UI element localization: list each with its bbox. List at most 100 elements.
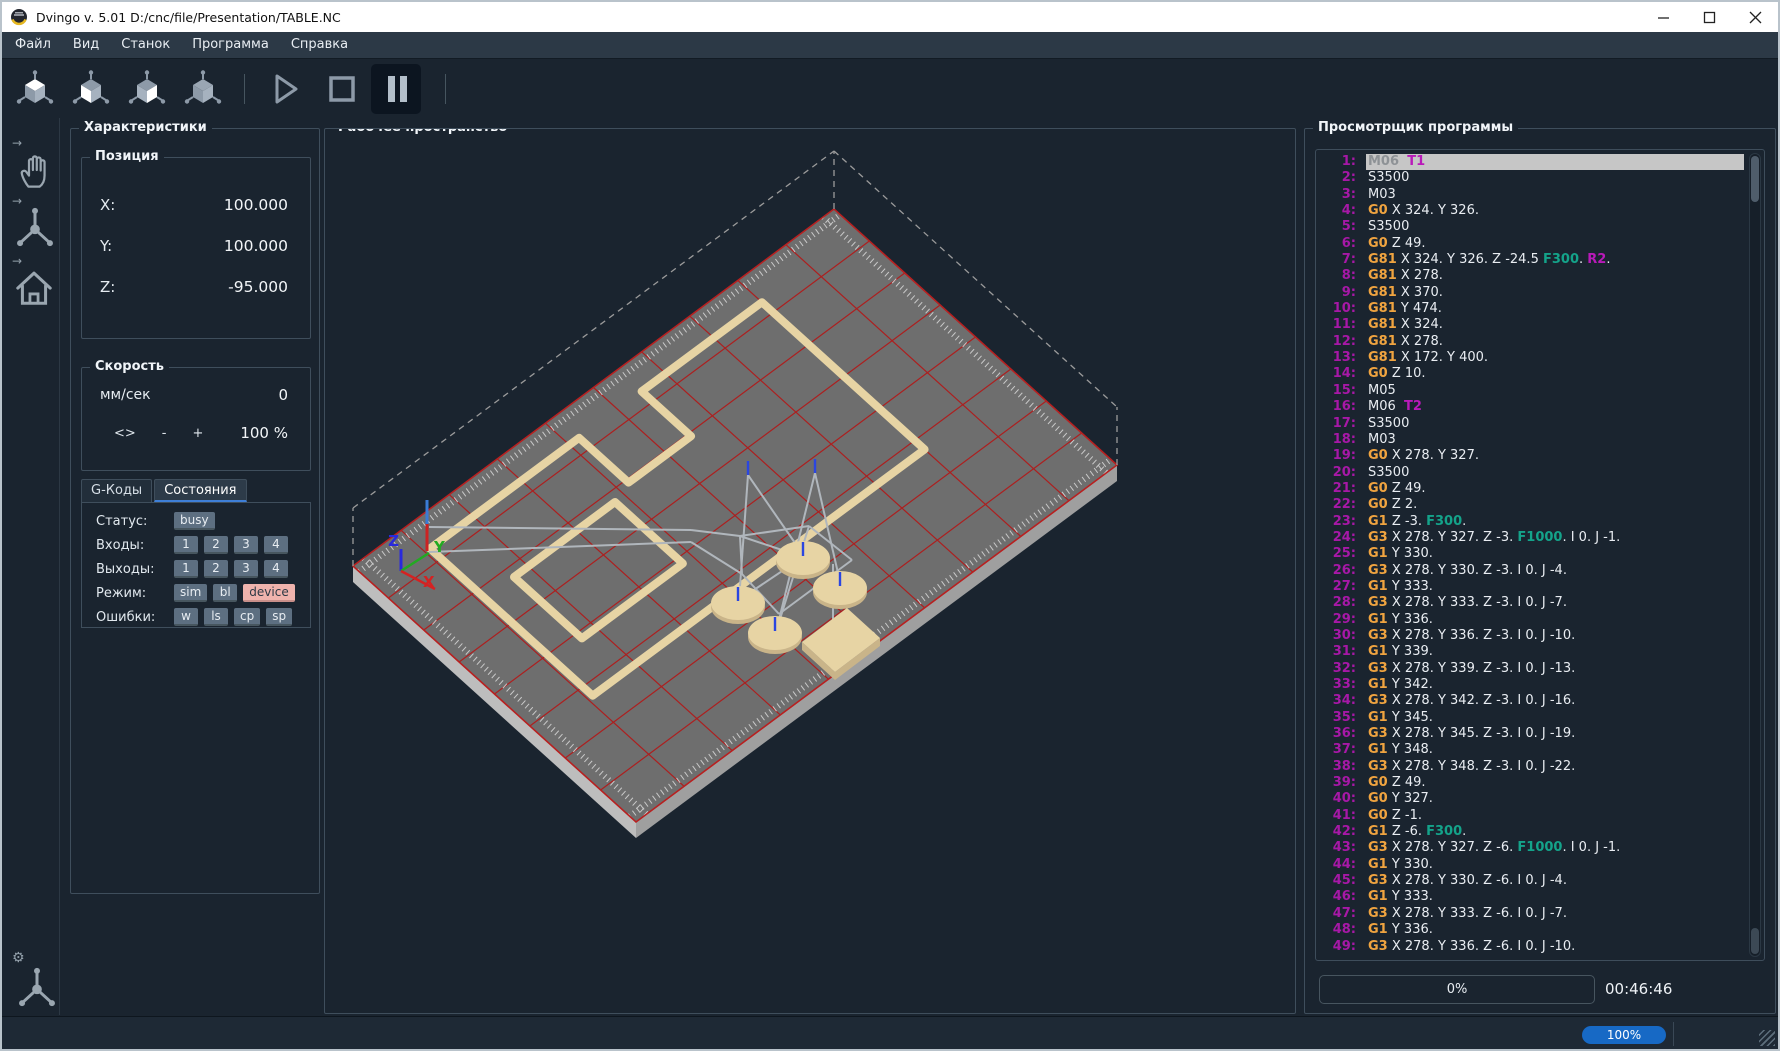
gcode-line[interactable]: 12:G81 X 278. [1316, 334, 1744, 350]
gcode-line[interactable]: 32:G3 X 278. Y 339. Z -3. I 0. J -13. [1316, 661, 1744, 677]
gcode-line[interactable]: 14:G0 Z 10. [1316, 366, 1744, 382]
gcode-line[interactable]: 20:S3500 [1316, 465, 1744, 481]
gcode-line[interactable]: 41:G0 Z -1. [1316, 808, 1744, 824]
speed-minus-button[interactable]: - [162, 426, 167, 441]
gcode-line[interactable]: 42:G1 Z -6. F300. [1316, 824, 1744, 840]
view-top-button[interactable] [10, 64, 60, 114]
gcode-line[interactable]: 5:S3500 [1316, 219, 1744, 235]
gcode-line[interactable]: 6:G0 Z 49. [1316, 236, 1744, 252]
gcode-line[interactable]: 10:G81 Y 474. [1316, 301, 1744, 317]
gcode-line[interactable]: 8:G81 X 278. [1316, 268, 1744, 284]
gear-icon: ⚙ [12, 950, 25, 966]
workspace-3d-view[interactable]: ZYX [325, 129, 1296, 1014]
state-button-busy[interactable]: busy [174, 512, 215, 530]
gcode-line[interactable]: 4:G0 X 324. Y 326. [1316, 203, 1744, 219]
gcode-line[interactable]: 36:G3 X 278. Y 345. Z -3. I 0. J -19. [1316, 726, 1744, 742]
gcode-line[interactable]: 1:M06 T1 [1316, 154, 1744, 170]
pause-button[interactable] [371, 64, 421, 114]
gcode-line[interactable]: 19:G0 X 278. Y 327. [1316, 448, 1744, 464]
gcode-line[interactable]: 44:G1 Y 330. [1316, 857, 1744, 873]
play-button[interactable] [259, 64, 309, 114]
gcode-line[interactable]: 28:G3 X 278. Y 333. Z -3. I 0. J -7. [1316, 595, 1744, 611]
gcode-line[interactable]: 33:G1 Y 342. [1316, 677, 1744, 693]
gcode-listbox[interactable]: 1:M06 T12:S35003:M034:G0 X 324. Y 326.5:… [1315, 149, 1765, 961]
view-right-button[interactable] [122, 64, 172, 114]
gcode-line[interactable]: 13:G81 X 172. Y 400. [1316, 350, 1744, 366]
scrollbar-thumb[interactable] [1751, 156, 1759, 202]
state-button-sim[interactable]: sim [174, 584, 207, 602]
tab-gcodes[interactable]: G-Коды [81, 479, 152, 502]
gcode-line[interactable]: 25:G1 Y 330. [1316, 546, 1744, 562]
machine-settings-button[interactable]: ⚙ [10, 954, 60, 1010]
menu-item-Программа[interactable]: Программа [181, 32, 280, 58]
gcode-line[interactable]: 16:M06 T2 [1316, 399, 1744, 415]
gcode-line[interactable]: 26:G3 X 278. Y 330. Z -3. I 0. J -4. [1316, 563, 1744, 579]
state-button-1[interactable]: 1 [174, 536, 198, 554]
gcode-line[interactable]: 30:G3 X 278. Y 336. Z -3. I 0. J -10. [1316, 628, 1744, 644]
state-button-1[interactable]: 1 [174, 560, 198, 578]
gcode-line[interactable]: 45:G3 X 278. Y 330. Z -6. I 0. J -4. [1316, 873, 1744, 889]
gcode-line[interactable]: 23:G1 Z -3. F300. [1316, 514, 1744, 530]
menu-item-Вид[interactable]: Вид [62, 32, 110, 58]
tab-states[interactable]: Состояния [154, 479, 246, 502]
gcode-line[interactable]: 3:M03 [1316, 187, 1744, 203]
gcode-line[interactable]: 31:G1 Y 339. [1316, 644, 1744, 660]
gcode-line[interactable]: 21:G0 Z 49. [1316, 481, 1744, 497]
state-button-ls[interactable]: ls [204, 608, 228, 626]
state-button-4[interactable]: 4 [264, 536, 288, 554]
state-button-sp[interactable]: sp [266, 608, 292, 626]
gcode-line[interactable]: 35:G1 Y 345. [1316, 710, 1744, 726]
scrollbar[interactable] [1749, 153, 1761, 957]
gcode-line[interactable]: 9:G81 X 370. [1316, 285, 1744, 301]
gcode-line[interactable]: 22:G0 Z 2. [1316, 497, 1744, 513]
maximize-button[interactable] [1686, 2, 1732, 32]
gcode-line[interactable]: 48:G1 Y 336. [1316, 922, 1744, 938]
view-left-button[interactable] [66, 64, 116, 114]
state-row: Режим:simbldevice [82, 581, 310, 605]
menu-item-Файл[interactable]: Файл [4, 32, 62, 58]
gcode-line[interactable]: 38:G3 X 278. Y 348. Z -3. I 0. J -22. [1316, 759, 1744, 775]
pan-tool-button[interactable]: → [10, 140, 60, 196]
gcode-line[interactable]: 34:G3 X 278. Y 342. Z -3. I 0. J -16. [1316, 693, 1744, 709]
speed-plus-button[interactable]: + [193, 426, 204, 441]
speed-spinner[interactable]: <> [114, 426, 136, 441]
scrollbar-end[interactable] [1751, 928, 1759, 954]
resize-grip-icon[interactable] [1759, 1030, 1775, 1046]
gcode-line[interactable]: 15:M05 [1316, 383, 1744, 399]
gcode-line[interactable]: 46:G1 Y 333. [1316, 889, 1744, 905]
view-iso-button[interactable] [178, 64, 228, 114]
gcode-line[interactable]: 7:G81 X 324. Y 326. Z -24.5 F300. R2. [1316, 252, 1744, 268]
state-button-device[interactable]: device [243, 584, 294, 602]
statusbar-divider [1673, 1022, 1674, 1046]
home-button[interactable]: → [10, 258, 60, 314]
state-button-3[interactable]: 3 [234, 560, 258, 578]
state-button-bl[interactable]: bl [213, 584, 237, 602]
cube-right-view-icon [127, 69, 167, 109]
gcode-line[interactable]: 18:M03 [1316, 432, 1744, 448]
gcode-line[interactable]: 2:S3500 [1316, 170, 1744, 186]
gcode-line[interactable]: 37:G1 Y 348. [1316, 742, 1744, 758]
gcode-line[interactable]: 49:G3 X 278. Y 336. Z -6. I 0. J -10. [1316, 939, 1744, 955]
gcode-line[interactable]: 43:G3 X 278. Y 327. Z -6. F1000. I 0. J … [1316, 840, 1744, 856]
stop-button[interactable] [315, 64, 365, 114]
gcode-line[interactable]: 40:G0 Y 327. [1316, 791, 1744, 807]
gcode-line[interactable]: 29:G1 Y 336. [1316, 612, 1744, 628]
state-button-w[interactable]: w [174, 608, 198, 626]
menu-item-Справка[interactable]: Справка [280, 32, 359, 58]
state-button-2[interactable]: 2 [204, 536, 228, 554]
gcode-line[interactable]: 47:G3 X 278. Y 333. Z -6. I 0. J -7. [1316, 906, 1744, 922]
state-button-cp[interactable]: cp [234, 608, 260, 626]
close-button[interactable] [1732, 2, 1778, 32]
minimize-button[interactable] [1640, 2, 1686, 32]
gcode-line[interactable]: 27:G1 Y 333. [1316, 579, 1744, 595]
gcode-line[interactable]: 11:G81 X 324. [1316, 317, 1744, 333]
gcode-line[interactable]: 24:G3 X 278. Y 327. Z -3. F1000. I 0. J … [1316, 530, 1744, 546]
menu-item-Станок[interactable]: Станок [110, 32, 181, 58]
jog-axes-button[interactable]: → [10, 198, 60, 254]
state-button-3[interactable]: 3 [234, 536, 258, 554]
state-button-4[interactable]: 4 [264, 560, 288, 578]
state-button-2[interactable]: 2 [204, 560, 228, 578]
title-bar: Dvingo v. 5.01 D:/cnc/file/Presentation/… [2, 2, 1778, 32]
gcode-line[interactable]: 17:S3500 [1316, 416, 1744, 432]
gcode-line[interactable]: 39:G0 Z 49. [1316, 775, 1744, 791]
